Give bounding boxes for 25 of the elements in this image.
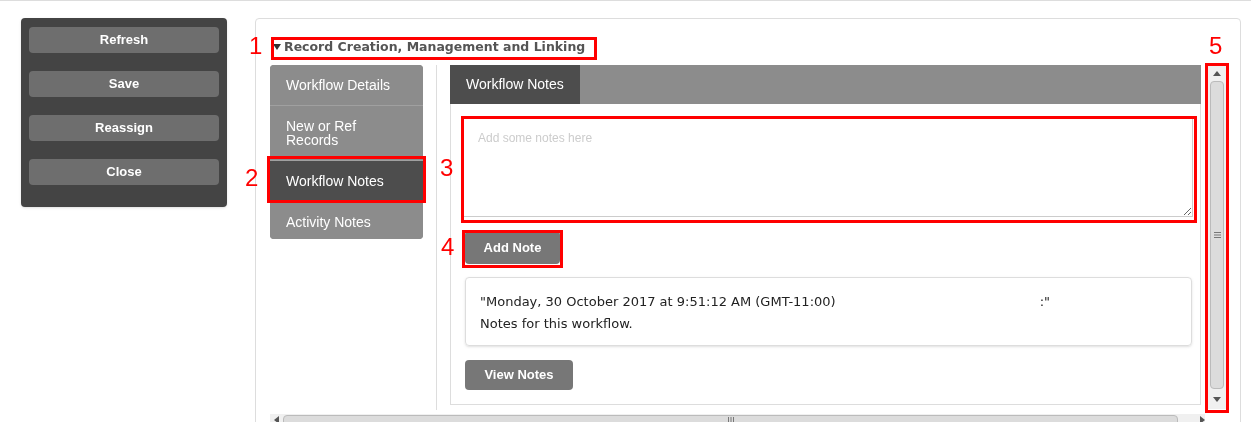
note-text: Notes for this workflow.: [480, 314, 633, 333]
grip-icon: [1213, 232, 1221, 238]
callout-number: 4: [441, 234, 455, 260]
callout-number: 2: [245, 165, 259, 191]
action-button[interactable]: Close: [29, 159, 219, 185]
scroll-down-icon[interactable]: [1213, 397, 1221, 402]
scroll-left-icon[interactable]: [274, 416, 279, 422]
add-note-button[interactable]: Add Note: [465, 231, 560, 264]
tab[interactable]: Workflow Notes: [450, 65, 580, 104]
note-author-separator: :": [1039, 293, 1050, 311]
grip-icon: [727, 416, 734, 422]
callout-number: 1: [249, 33, 263, 59]
view-notes-button[interactable]: View Notes: [465, 360, 573, 390]
callout-number: 3: [440, 155, 454, 181]
action-button[interactable]: Reassign: [29, 115, 219, 141]
nav-item[interactable]: Workflow Notes: [270, 161, 423, 202]
section-header[interactable]: Record Creation, Management and Linking: [270, 37, 589, 57]
callout-number: 5: [1209, 33, 1223, 59]
scroll-right-icon[interactable]: [1200, 416, 1205, 422]
action-button[interactable]: Save: [29, 71, 219, 97]
action-button[interactable]: Refresh: [29, 27, 219, 53]
scroll-up-icon[interactable]: [1213, 71, 1221, 76]
nav-item[interactable]: Workflow Details: [270, 65, 423, 106]
note-timestamp: "Monday, 30 October 2017 at 9:51:12 AM (GMT-11:00): [480, 293, 836, 311]
scrollbar-thumb[interactable]: [1210, 81, 1224, 389]
